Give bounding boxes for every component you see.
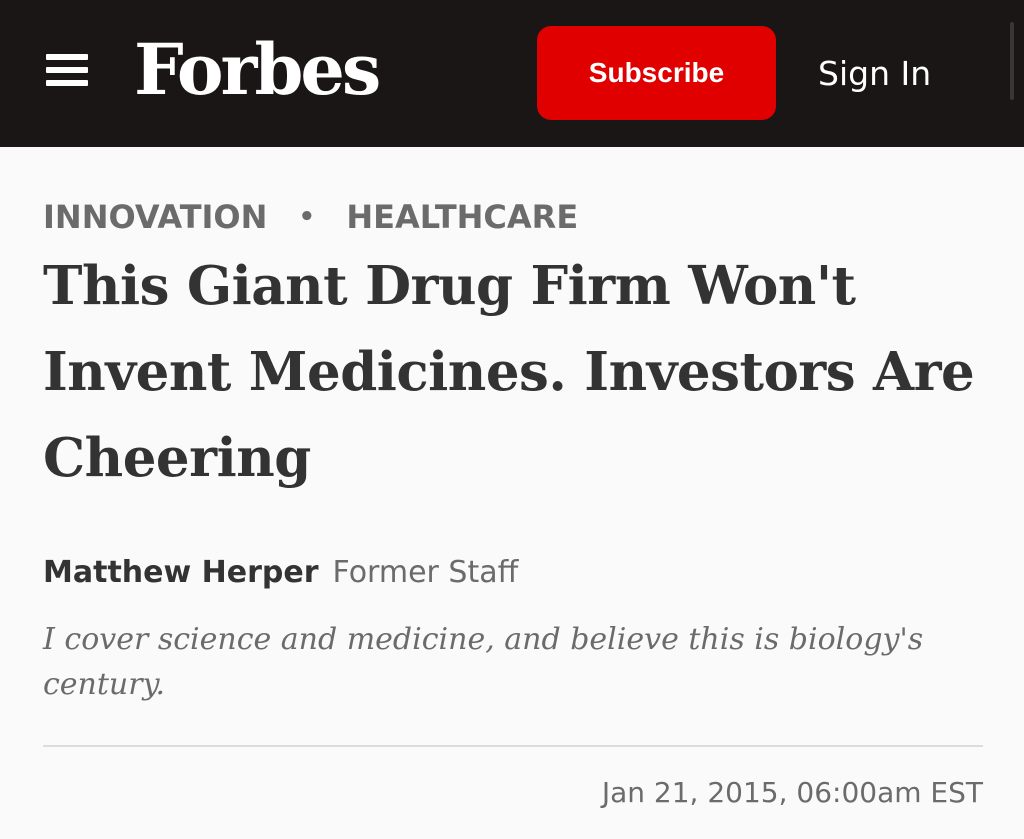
menu-line — [46, 54, 88, 60]
article-categories: INNOVATION • HEALTHCARE — [43, 197, 578, 237]
top-navigation-bar: Forbes Subscribe Sign In — [0, 0, 1024, 147]
forbes-logo[interactable]: Forbes — [134, 24, 381, 116]
author-bio: I cover science and medicine, and believ… — [43, 622, 924, 702]
author-name-link[interactable]: Matthew Herper — [43, 555, 319, 590]
sign-in-link[interactable]: Sign In — [818, 50, 931, 98]
category-link-healthcare[interactable]: HEALTHCARE — [346, 198, 578, 236]
category-separator: • — [298, 202, 316, 232]
author-role: Former Staff — [332, 555, 519, 590]
article-title: This Giant Drug Firm Won't Invent Medici… — [43, 255, 975, 489]
category-link-innovation[interactable]: INNOVATION — [43, 198, 267, 236]
divider — [43, 745, 983, 747]
byline: Matthew Herper Former Staff — [43, 553, 518, 598]
publish-timestamp: Jan 21, 2015, 06:00am EST — [601, 776, 983, 809]
menu-line — [46, 67, 88, 73]
hamburger-menu-icon[interactable] — [44, 52, 90, 88]
menu-line — [46, 80, 88, 86]
scrollbar-indicator — [1010, 22, 1014, 100]
subscribe-button[interactable]: Subscribe — [537, 26, 776, 120]
